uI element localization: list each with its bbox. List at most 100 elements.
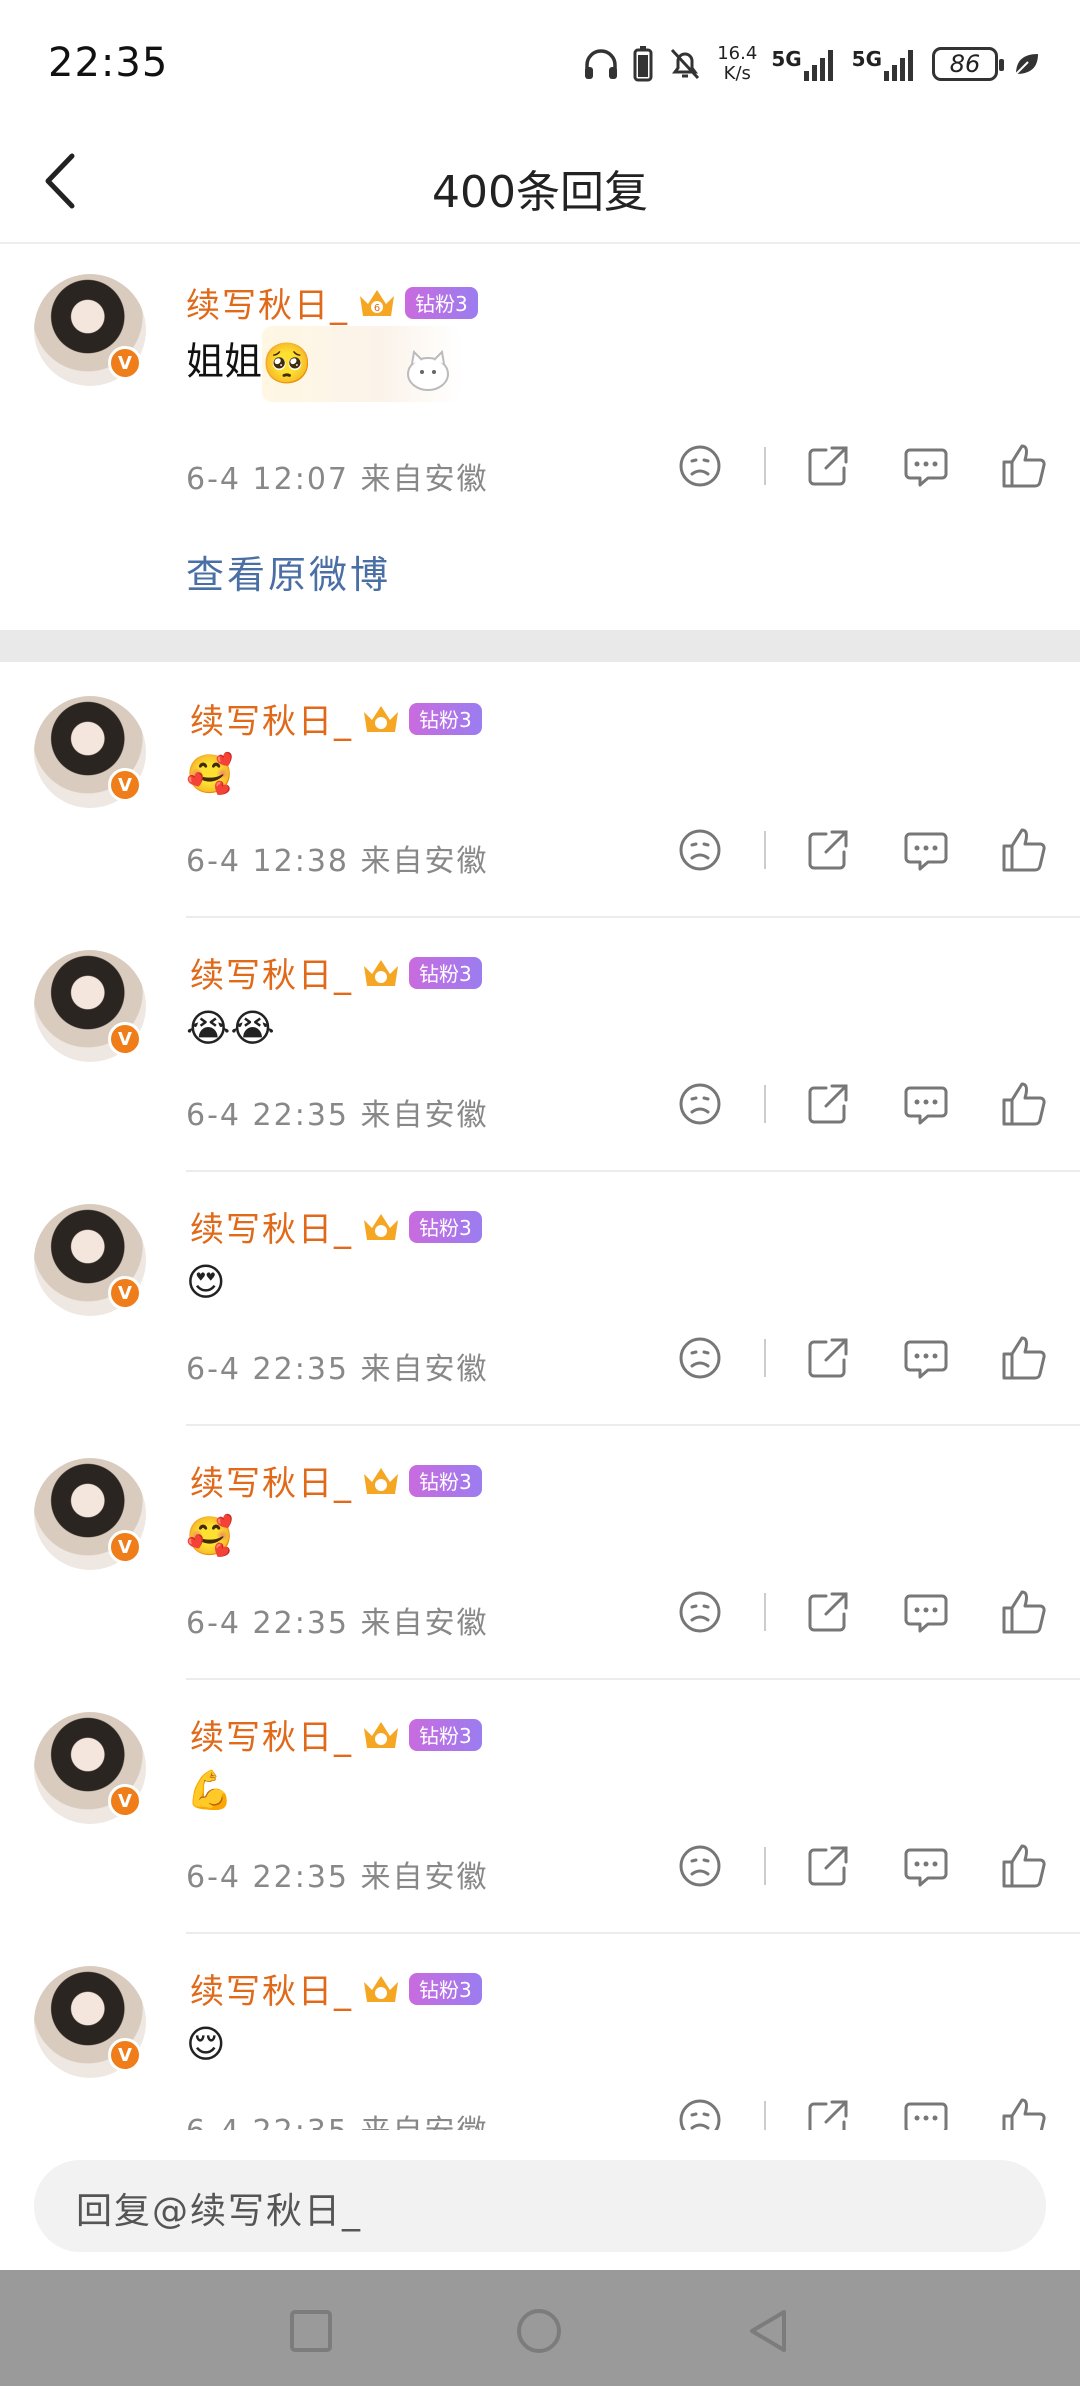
status-time: 22:35 <box>48 40 169 86</box>
fan-badge: 钻粉3 <box>409 1464 482 1497</box>
cat-sticker-icon <box>407 349 450 391</box>
back-nav-icon[interactable] <box>744 2306 794 2356</box>
username-row: 续写秋日_ 钻粉3 <box>190 1710 482 1759</box>
recent-apps-icon[interactable] <box>286 2306 336 2356</box>
reply-meta: 6-4 22:35 来自安徽 <box>186 1606 489 1641</box>
comment-icon[interactable] <box>900 1332 952 1384</box>
reply-emoji: 🥰 <box>186 752 234 796</box>
verified-icon: V <box>108 1784 142 1818</box>
verified-icon: V <box>108 1276 142 1310</box>
share-icon[interactable] <box>802 1840 854 1892</box>
comment-icon[interactable] <box>900 1078 952 1130</box>
like-icon[interactable] <box>998 1078 1050 1130</box>
reply-item[interactable]: V 续写秋日_ 钻粉3 💪 6-4 22:35 来自安徽 <box>0 1680 1080 1934</box>
comment-text: 姐姐 🥺 <box>186 326 463 402</box>
reply-emoji: 😍 <box>186 1260 226 1304</box>
reply-input[interactable]: 回复@续写秋日_ <box>76 2182 362 2234</box>
action-divider <box>764 831 766 869</box>
headphones-icon <box>585 49 618 79</box>
reply-input-bar[interactable]: 回复@续写秋日_ <box>34 2160 1046 2252</box>
share-icon[interactable] <box>802 1586 854 1638</box>
reply-actions <box>674 1078 1050 1130</box>
username[interactable]: 续写秋日_ <box>190 948 353 997</box>
username-row: 续写秋日_ 钻粉3 <box>190 1964 482 2013</box>
dislike-face-icon[interactable] <box>674 440 726 492</box>
comment-actions <box>674 440 1050 492</box>
dislike-face-icon[interactable] <box>674 824 726 876</box>
dislike-face-icon[interactable] <box>674 1840 726 1892</box>
comment-icon[interactable] <box>900 824 952 876</box>
signal-5g-1: 5G <box>771 47 837 81</box>
username[interactable]: 续写秋日_ <box>190 1964 353 2013</box>
comment-icon[interactable] <box>900 1840 952 1892</box>
verified-icon: V <box>108 1530 142 1564</box>
fan-badge: 钻粉3 <box>409 1972 482 2005</box>
action-divider <box>764 447 766 485</box>
crown-icon <box>364 1213 398 1240</box>
reply-emoji: 😌 <box>186 2022 226 2066</box>
reply-actions <box>674 824 1050 876</box>
reply-actions <box>674 1332 1050 1384</box>
sticker-image: 🥺 <box>262 326 463 402</box>
action-divider <box>764 1593 766 1631</box>
dislike-face-icon[interactable] <box>674 1586 726 1638</box>
dislike-face-icon[interactable] <box>674 1078 726 1130</box>
crown-icon <box>364 1975 398 2002</box>
comment-meta: 6-4 12:07 来自安徽 <box>186 462 489 497</box>
crown-icon <box>364 1721 398 1748</box>
signal-bars-icon <box>803 50 833 81</box>
action-divider <box>764 1339 766 1377</box>
username[interactable]: 续写秋日_ <box>190 694 353 743</box>
home-icon[interactable] <box>514 2306 564 2356</box>
reply-item[interactable]: V 续写秋日_ 钻粉3 🥰 6-4 12:38 来自安徽 <box>0 664 1080 918</box>
reply-item[interactable]: V 续写秋日_ 钻粉3 😭😭 6-4 22:35 来自安徽 <box>0 918 1080 1172</box>
status-bar: 22:35 16.4 K/s 5G 5G 86 <box>0 0 1080 120</box>
username-row: 续写秋日_ 钻粉3 <box>190 694 482 743</box>
verified-icon: V <box>108 1022 142 1056</box>
like-icon[interactable] <box>998 1840 1050 1892</box>
share-icon[interactable] <box>802 1332 854 1384</box>
reply-emoji: 💪 <box>186 1768 234 1812</box>
reply-item[interactable]: V 续写秋日_ 钻粉3 😍 6-4 22:35 来自安徽 <box>0 1172 1080 1426</box>
reply-actions <box>674 1586 1050 1638</box>
mute-bell-icon <box>671 48 700 80</box>
dislike-face-icon[interactable] <box>674 1332 726 1384</box>
verified-icon: V <box>108 768 142 802</box>
share-icon[interactable] <box>802 1078 854 1130</box>
action-divider <box>764 1085 766 1123</box>
like-icon[interactable] <box>998 1586 1050 1638</box>
fan-badge: 钻粉3 <box>409 1718 482 1751</box>
share-icon[interactable] <box>802 824 854 876</box>
username-row: 续写秋日_ 钻粉3 <box>190 1202 482 1251</box>
share-icon[interactable] <box>802 440 854 492</box>
leaf-icon <box>1015 54 1038 75</box>
reply-meta: 6-4 12:38 来自安徽 <box>186 844 489 879</box>
like-icon[interactable] <box>998 824 1050 876</box>
username-row: 续写秋日_ 6 钻粉3 <box>186 278 478 327</box>
reply-meta: 6-4 22:35 来自安徽 <box>186 1098 489 1133</box>
svg-text:6: 6 <box>374 303 380 314</box>
battery-indicator: 86 <box>932 47 1004 81</box>
verified-icon: V <box>108 346 142 380</box>
username[interactable]: 续写秋日_ <box>190 1710 353 1759</box>
username-row: 续写秋日_ 钻粉3 <box>190 948 482 997</box>
crown-icon <box>364 705 398 732</box>
username[interactable]: 续写秋日_ <box>190 1202 353 1251</box>
reply-item[interactable]: V 续写秋日_ 钻粉3 🥰 6-4 22:35 来自安徽 <box>0 1426 1080 1680</box>
top-bar: 400条回复 <box>0 120 1080 244</box>
comment-icon[interactable] <box>900 440 952 492</box>
view-original-link[interactable]: 查看原微博 <box>186 544 391 599</box>
comment-icon[interactable] <box>900 1586 952 1638</box>
username[interactable]: 续写秋日_ <box>190 1456 353 1505</box>
reply-actions <box>674 1840 1050 1892</box>
reply-emoji: 😭😭 <box>186 1006 275 1050</box>
like-icon[interactable] <box>998 440 1050 492</box>
system-nav-bar <box>0 2270 1080 2386</box>
fan-badge: 钻粉3 <box>409 956 482 989</box>
crown-icon: 6 <box>360 289 394 316</box>
reply-meta: 6-4 22:35 来自安徽 <box>186 1352 489 1387</box>
username[interactable]: 续写秋日_ <box>186 278 349 327</box>
reply-emoji: 🥰 <box>186 1514 234 1558</box>
like-icon[interactable] <box>998 1332 1050 1384</box>
crown-icon <box>364 959 398 986</box>
